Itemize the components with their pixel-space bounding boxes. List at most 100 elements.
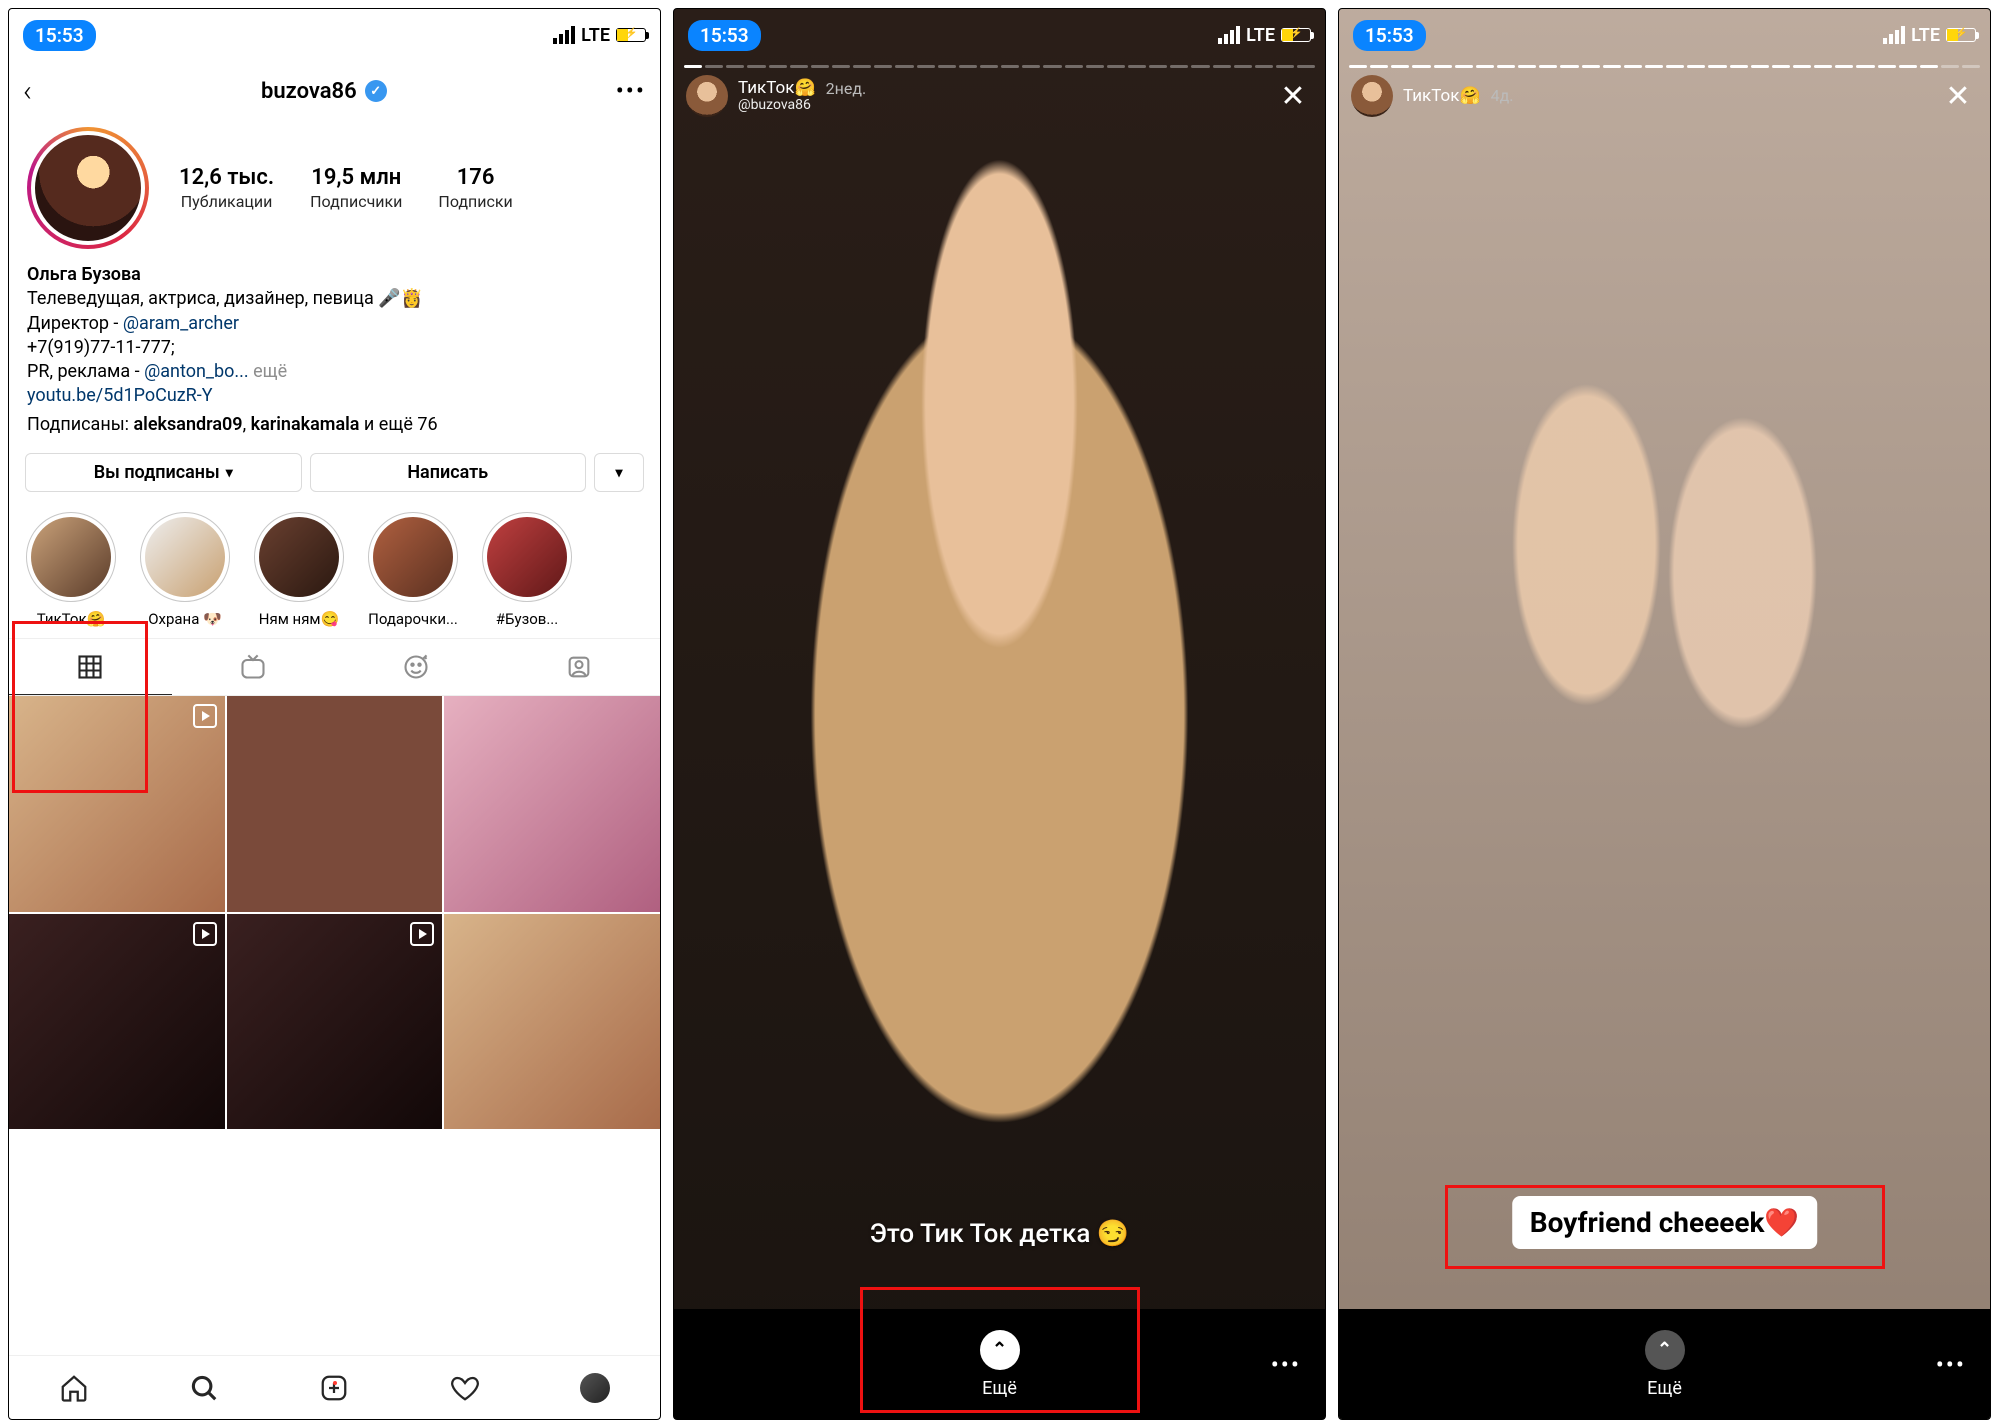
story-more-button[interactable]: ••• bbox=[1271, 1351, 1301, 1379]
battery-icon: ⚡ bbox=[616, 28, 646, 42]
highlight-buzova[interactable]: #Бузов... bbox=[479, 512, 575, 628]
story-progress bbox=[1349, 65, 1980, 68]
new-post-icon[interactable] bbox=[319, 1373, 349, 1403]
network-label: LTE bbox=[581, 25, 610, 46]
chevron-down-icon: ▾ bbox=[615, 465, 622, 481]
profile-tab-icon[interactable] bbox=[580, 1373, 610, 1403]
tab-grid[interactable] bbox=[9, 639, 172, 695]
suggested-button[interactable]: ▾ bbox=[594, 453, 644, 492]
status-right: LTE ⚡ bbox=[1218, 25, 1311, 46]
highlight-label: Охрана 🐶 bbox=[137, 610, 233, 628]
story-more-button[interactable]: ••• bbox=[1936, 1351, 1966, 1379]
feed-post[interactable] bbox=[444, 696, 660, 912]
profile-title: buzova86 ✓ bbox=[261, 79, 387, 104]
back-button[interactable]: ‹ bbox=[23, 74, 32, 109]
highlight-label: Подарочки... bbox=[365, 610, 461, 628]
story-labels: ТикТок🤗4д. bbox=[1403, 87, 1514, 106]
story-handle[interactable]: @buzova86 bbox=[738, 98, 866, 113]
bio-pr: PR, реклама - @anton_bo... ещё bbox=[27, 360, 642, 384]
bio-followed-by[interactable]: Подписаны: aleksandra09, karinakamala и … bbox=[27, 413, 642, 437]
status-right: LTE ⚡ bbox=[1883, 25, 1976, 46]
chevron-up-icon: ⌃ bbox=[980, 1330, 1020, 1370]
highlight-guard[interactable]: Охрана 🐶 bbox=[137, 512, 233, 628]
story-progress bbox=[684, 65, 1315, 68]
feed-post[interactable] bbox=[227, 914, 443, 1130]
stat-following-value: 176 bbox=[438, 165, 512, 190]
stat-followers[interactable]: 19,5 млн Подписчики bbox=[310, 165, 402, 211]
feed-tabs bbox=[9, 638, 660, 696]
signal-icon bbox=[553, 26, 575, 44]
activity-heart-icon[interactable] bbox=[450, 1373, 480, 1403]
battery-icon: ⚡ bbox=[1281, 28, 1311, 42]
story-highlight-name: ТикТок🤗 bbox=[1403, 87, 1481, 106]
profile-picture[interactable] bbox=[27, 127, 149, 249]
battery-icon: ⚡ bbox=[1946, 28, 1976, 42]
story-footer: ⌃ Ещё ••• bbox=[1339, 1309, 1990, 1419]
close-button[interactable]: ✕ bbox=[1938, 76, 1978, 116]
story-caption-pill: Boyfriend cheeeek❤️ bbox=[1512, 1196, 1818, 1249]
story-caption: Это Тик Ток детка 😏 bbox=[870, 1219, 1130, 1249]
app-tabbar bbox=[9, 1355, 660, 1419]
status-bar: 15:53 LTE ⚡ bbox=[1339, 9, 1990, 61]
profile-more-button[interactable]: ••• bbox=[616, 77, 646, 105]
bio-more[interactable]: ещё bbox=[249, 361, 288, 382]
story-header: ТикТок🤗2нед. @buzova86 ✕ bbox=[686, 75, 1313, 117]
story-screen-2: 15:53 LTE ⚡ ТикТок🤗4д. ✕ Boyfriend cheee… bbox=[1338, 8, 1991, 1420]
highlight-label: ТикТок🤗 bbox=[23, 610, 119, 628]
bio-site-link[interactable]: youtu.be/5d1PoCuzR-Y bbox=[27, 384, 642, 408]
story-labels: ТикТок🤗2нед. @buzova86 bbox=[738, 79, 866, 113]
story-footer: ⌃ Ещё ••• bbox=[674, 1309, 1325, 1419]
chevron-down-icon: ▾ bbox=[226, 465, 233, 481]
feed-post[interactable] bbox=[9, 914, 225, 1130]
stat-posts-label: Публикации bbox=[179, 192, 274, 211]
message-button[interactable]: Написать bbox=[310, 453, 587, 492]
stat-following[interactable]: 176 Подписки bbox=[438, 165, 512, 211]
swipe-up-label: Ещё bbox=[1647, 1378, 1682, 1399]
verified-badge-icon: ✓ bbox=[365, 80, 387, 102]
tab-igtv[interactable] bbox=[172, 639, 335, 695]
swipe-up-label: Ещё bbox=[982, 1378, 1017, 1399]
feed-post[interactable] bbox=[9, 696, 225, 912]
status-time: 15:53 bbox=[23, 20, 96, 51]
highlight-label: Ням ням😋 bbox=[251, 610, 347, 628]
feed-grid bbox=[9, 696, 660, 1129]
close-button[interactable]: ✕ bbox=[1273, 76, 1313, 116]
status-bar: 15:53 LTE ⚡ bbox=[674, 9, 1325, 61]
home-icon[interactable] bbox=[59, 1373, 89, 1403]
profile-screen: 15:53 LTE ⚡ ‹ buzova86 ✓ ••• 12,6 тыс. П… bbox=[8, 8, 661, 1420]
feed-post[interactable] bbox=[227, 696, 443, 912]
stat-posts[interactable]: 12,6 тыс. Публикации bbox=[179, 165, 274, 211]
swipe-up-button[interactable]: ⌃ Ещё bbox=[980, 1330, 1020, 1399]
story-header: ТикТок🤗4д. ✕ bbox=[1351, 75, 1978, 117]
story-content[interactable] bbox=[674, 9, 1325, 1419]
status-time: 15:53 bbox=[1353, 20, 1426, 51]
highlights-tray[interactable]: ТикТок🤗 Охрана 🐶 Ням ням😋 Подарочки... #… bbox=[9, 492, 660, 638]
highlight-food[interactable]: Ням ням😋 bbox=[251, 512, 347, 628]
network-label: LTE bbox=[1911, 25, 1940, 46]
chevron-up-icon: ⌃ bbox=[1645, 1330, 1685, 1370]
swipe-up-button[interactable]: ⌃ Ещё bbox=[1645, 1330, 1685, 1399]
stat-followers-label: Подписчики bbox=[310, 192, 402, 211]
story-screen-1: 15:53 LTE ⚡ ТикТок🤗2нед. @buzova86 ✕ Это… bbox=[673, 8, 1326, 1420]
bio-pr-mention[interactable]: @anton_bo... bbox=[144, 361, 249, 382]
bio-director-mention[interactable]: @aram_archer bbox=[123, 313, 239, 334]
following-button[interactable]: Вы подписаны▾ bbox=[25, 453, 302, 492]
highlight-tiktok[interactable]: ТикТок🤗 bbox=[23, 512, 119, 628]
video-badge-icon bbox=[193, 704, 217, 728]
story-avatar[interactable] bbox=[686, 75, 728, 117]
story-avatar[interactable] bbox=[1351, 75, 1393, 117]
stat-followers-value: 19,5 млн bbox=[310, 165, 402, 190]
video-badge-icon bbox=[193, 922, 217, 946]
network-label: LTE bbox=[1246, 25, 1275, 46]
status-bar: 15:53 LTE ⚡ bbox=[9, 9, 660, 61]
feed-post[interactable] bbox=[444, 914, 660, 1130]
status-right: LTE ⚡ bbox=[553, 25, 646, 46]
profile-username: buzova86 bbox=[261, 79, 357, 104]
tab-tagged[interactable] bbox=[497, 639, 660, 695]
highlight-gifts[interactable]: Подарочки... bbox=[365, 512, 461, 628]
signal-icon bbox=[1218, 26, 1240, 44]
search-icon[interactable] bbox=[189, 1373, 219, 1403]
stat-posts-value: 12,6 тыс. bbox=[179, 165, 274, 190]
video-badge-icon bbox=[410, 922, 434, 946]
tab-effects[interactable] bbox=[335, 639, 498, 695]
